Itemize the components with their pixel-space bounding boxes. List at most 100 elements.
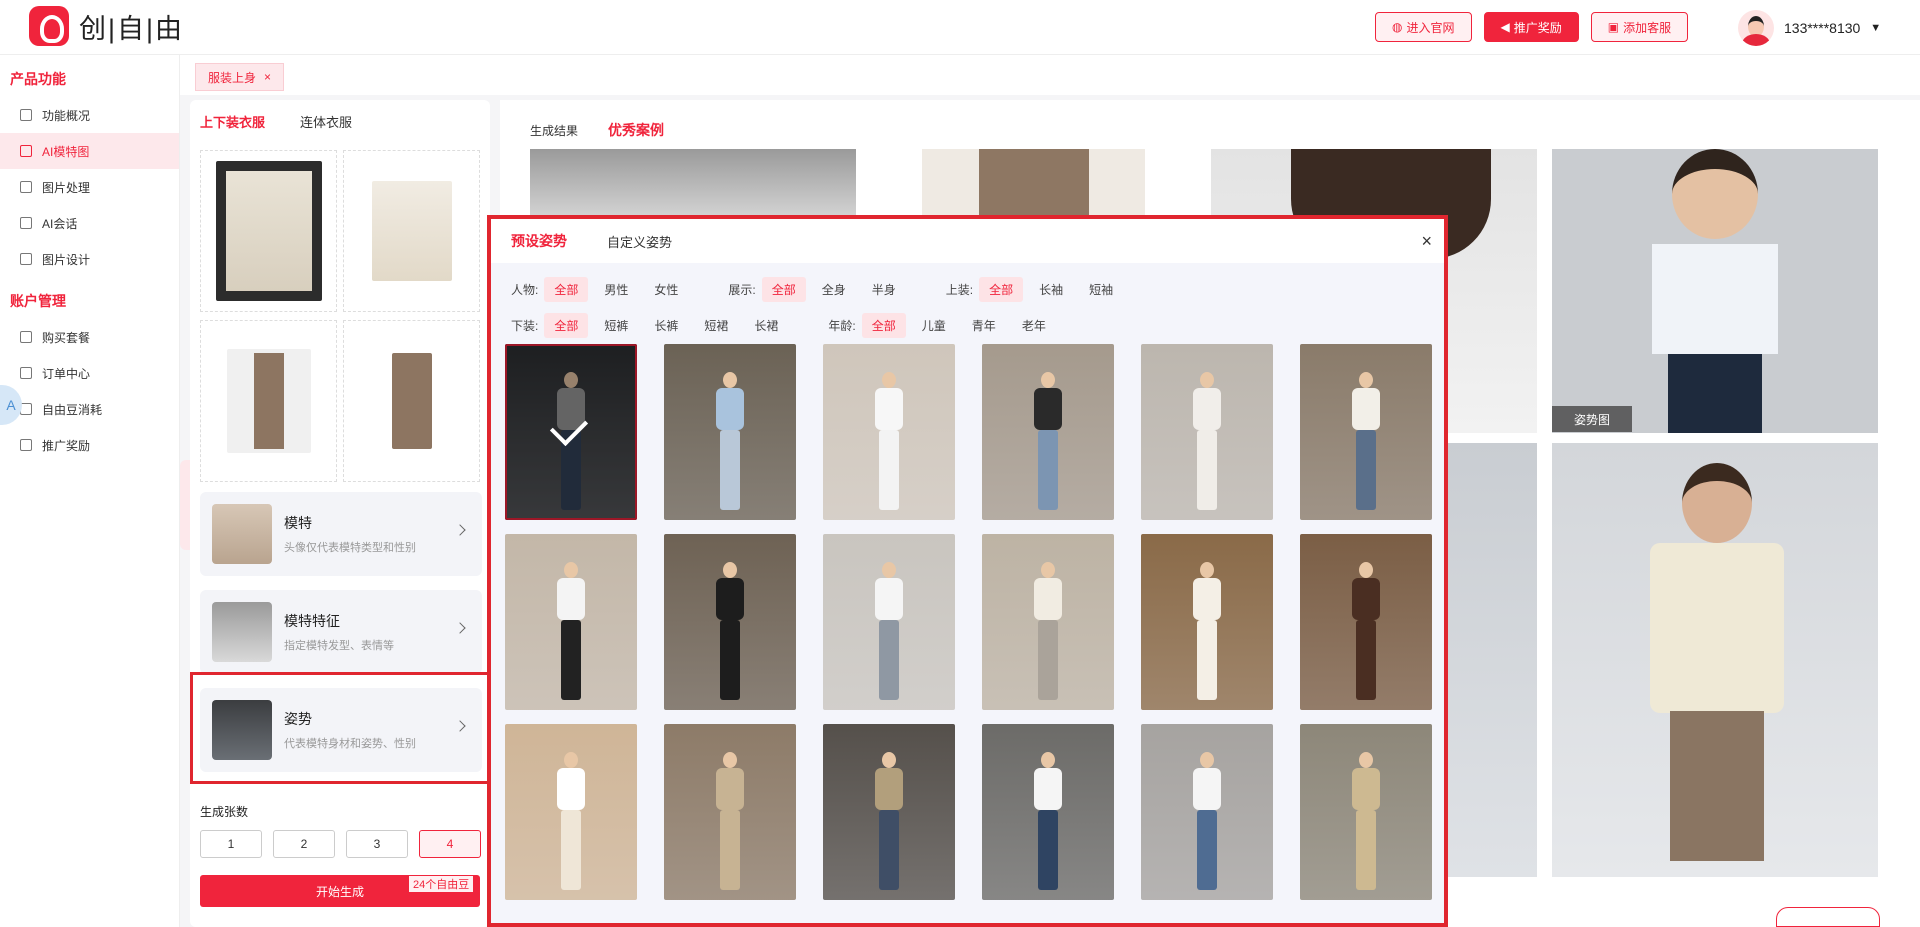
showcase-image[interactable] [1448, 443, 1537, 877]
count-option-2[interactable]: 2 [273, 830, 335, 858]
config-panel: 上下装衣服 连体衣服 模特 头像仅代表模特类型和性别 模特特征 指定模特发型、表情等… [190, 100, 490, 927]
count-option-3[interactable]: 3 [346, 830, 408, 858]
count-option-4[interactable]: 4 [419, 830, 481, 858]
filter-chip[interactable]: 长袖 [1029, 277, 1073, 302]
filter-chip[interactable]: 长裤 [644, 313, 688, 338]
pose-thumbnail[interactable] [982, 534, 1114, 710]
model-figure [1189, 562, 1225, 702]
filter-chip[interactable]: 老年 [1012, 313, 1056, 338]
pose-thumbnail[interactable] [823, 344, 955, 520]
model-figure [1030, 752, 1066, 892]
pants-image [391, 353, 432, 449]
sidebar-item-overview[interactable]: 功能概况 [0, 97, 179, 133]
filter-chip[interactable]: 短袖 [1079, 277, 1123, 302]
count-label: 生成张数 [200, 805, 249, 819]
design-icon [20, 253, 32, 265]
model-features-option[interactable]: 模特特征 指定模特发型、表情等 [200, 590, 482, 674]
pose-thumbnail[interactable] [505, 724, 637, 900]
filter-chip[interactable]: 全部 [544, 312, 589, 338]
more-button[interactable] [1776, 907, 1880, 927]
pose-thumbnail[interactable] [664, 534, 796, 710]
shirt-image [215, 161, 322, 301]
pose-thumbnail[interactable] [1141, 724, 1273, 900]
pose-thumbnail[interactable] [1141, 344, 1273, 520]
pose-thumbnail[interactable] [823, 724, 955, 900]
logo-icon [29, 6, 69, 46]
clothing-image[interactable] [343, 320, 480, 482]
clothing-image[interactable] [200, 320, 337, 482]
image-icon [20, 181, 32, 193]
tab-one-piece[interactable]: 连体衣服 [300, 112, 352, 131]
model-option[interactable]: 模特 头像仅代表模特类型和性别 [200, 492, 482, 576]
filter-chip[interactable]: 全部 [979, 276, 1024, 302]
tab-clothing-on-body[interactable]: 服装上身 × [195, 63, 285, 91]
logo[interactable]: 创|自|由 [29, 6, 184, 46]
logo-text: 创|自|由 [79, 13, 185, 44]
filter-chip[interactable]: 全身 [812, 277, 856, 302]
count-option-1[interactable]: 1 [200, 830, 262, 858]
showcase-image[interactable] [1552, 443, 1878, 877]
sidebar-item-image-design[interactable]: 图片设计 [0, 241, 179, 277]
chat-icon [20, 217, 32, 229]
collapse-handle[interactable] [180, 460, 190, 550]
tab-top-bottom[interactable]: 上下装衣服 [200, 112, 265, 131]
sidebar-item-orders[interactable]: 订单中心 [0, 355, 179, 391]
filter-chip[interactable]: 全部 [544, 276, 589, 302]
pose-thumbnail[interactable] [1141, 534, 1273, 710]
pose-thumbnail[interactable] [505, 344, 637, 520]
cart-icon [20, 331, 32, 343]
close-icon[interactable]: × [1421, 231, 1432, 252]
filter-chip[interactable]: 女性 [644, 277, 688, 302]
pose-option-highlight [190, 672, 490, 784]
model-figure [1348, 372, 1384, 512]
pose-thumbnail[interactable] [1300, 724, 1432, 900]
model-figure [712, 562, 748, 702]
pose-thumbnail[interactable] [982, 724, 1114, 900]
model-figure [1189, 372, 1225, 512]
tab-showcase[interactable]: 优秀案例 [608, 120, 664, 140]
pose-thumbnail[interactable] [1300, 344, 1432, 520]
filter-chip[interactable]: 儿童 [912, 313, 956, 338]
promotion-reward-button[interactable]: ◀ 推广奖励 [1483, 12, 1579, 42]
pose-thumbnail[interactable] [664, 724, 796, 900]
pose-thumbnail[interactable] [664, 344, 796, 520]
sidebar-item-ai-model[interactable]: AI模特图 [0, 133, 179, 169]
model-figure [1030, 372, 1066, 512]
filter-chip[interactable]: 长裙 [744, 313, 788, 338]
filter-chip[interactable]: 全部 [761, 276, 806, 302]
gift-icon: ▣ [1607, 20, 1620, 34]
pose-thumbnail[interactable] [1300, 534, 1432, 710]
tab-custom-pose[interactable]: 自定义姿势 [607, 232, 672, 251]
megaphone-icon [20, 439, 32, 451]
pose-thumbnail[interactable] [505, 534, 637, 710]
filter-chip[interactable]: 短裤 [594, 313, 638, 338]
showcase-image[interactable] [1552, 149, 1878, 433]
filter-chip[interactable]: 短裙 [694, 313, 738, 338]
chevron-right-icon [454, 524, 466, 536]
sidebar-item-buy-package[interactable]: 购买套餐 [0, 319, 179, 355]
filter-chip[interactable]: 男性 [594, 277, 638, 302]
sidebar-item-bean-usage[interactable]: 自由豆消耗 [0, 391, 179, 427]
user-menu[interactable]: 133****8130 ▼ [1738, 10, 1881, 46]
sidebar-item-ai-chat[interactable]: AI会话 [0, 205, 179, 241]
clothing-image[interactable] [200, 150, 337, 312]
add-support-button[interactable]: ▣ 添加客服 [1590, 12, 1689, 42]
tab-results[interactable]: 生成结果 [530, 122, 578, 140]
showcase-image[interactable] [922, 149, 1145, 219]
pose-selection-modal: 预设姿势 自定义姿势 × 人物: 全部 男性 女性 展示: 全部 全身 半身 上… [487, 215, 1448, 927]
tab-preset-pose[interactable]: 预设姿势 [511, 231, 567, 251]
model-figure [553, 562, 589, 702]
pants-image [226, 349, 311, 453]
filter-chip[interactable]: 半身 [862, 277, 906, 302]
sidebar-item-promotion[interactable]: 推广奖励 [0, 427, 179, 463]
filter-chip[interactable]: 青年 [962, 313, 1006, 338]
clothing-image[interactable] [343, 150, 480, 312]
model-icon [20, 145, 32, 157]
showcase-image[interactable] [530, 149, 856, 219]
official-site-button[interactable]: ◍ 进入官网 [1375, 12, 1472, 42]
close-icon[interactable]: × [264, 70, 271, 84]
pose-thumbnail[interactable] [982, 344, 1114, 520]
filter-chip[interactable]: 全部 [861, 312, 906, 338]
sidebar-item-image-processing[interactable]: 图片处理 [0, 169, 179, 205]
pose-thumbnail[interactable] [823, 534, 955, 710]
